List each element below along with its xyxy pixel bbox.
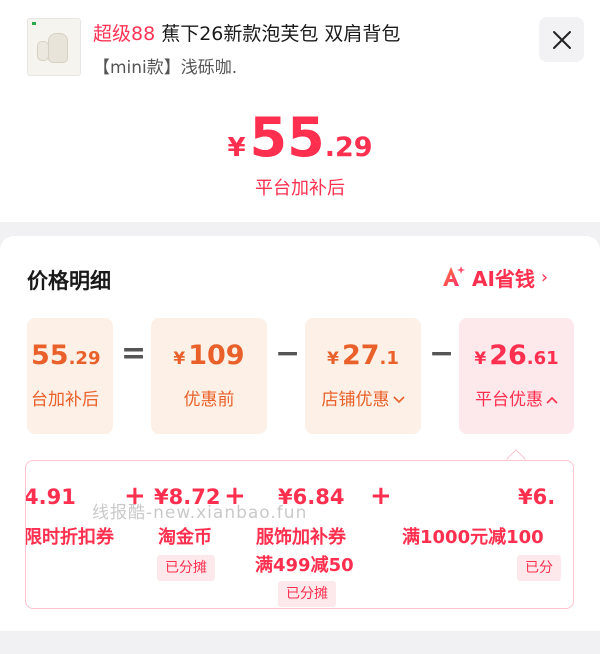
ai-sparkle-icon [443,266,465,286]
coupon-name: 淘金币 [158,527,212,548]
final-price: ¥55.29 [227,106,373,169]
price-detail-sheet: 超级88 蕉下26新款泡芙包 双肩背包 【mini款】浅砾咖. ¥55.29 平台… [0,0,600,654]
allocated-badge: 已分摊 [278,581,336,607]
price-breakdown-panel: 价格明细 AI省钱 › 55.29 台加补后 = ¥109 优惠前 − ¥27.1… [0,236,600,631]
original-price-box: ¥109 优惠前 [151,318,267,434]
product-name: 蕉下26新款泡芙包 双肩背包 [161,23,401,45]
coupon-name: 限时折扣券 [25,527,114,548]
ai-savings-link[interactable]: AI省钱 › [440,263,548,291]
coupon-value: 4.91 [25,485,76,509]
platform-discount-breakdown: 4.91 限时折扣券 + ¥8.72 淘金币 已分摊 + ¥6.84 服饰加补券… [25,460,574,609]
coupon-name: 服饰加补券 [256,527,346,548]
product-thumbnail [27,18,81,76]
final-price-caption: 平台加补后 [255,178,345,199]
minus-sign: − [275,336,301,371]
after-subsidy-box: 55.29 台加补后 [27,318,113,434]
coupon-condition: 满499减50 [255,555,354,576]
close-icon [552,30,571,49]
promo-tag: 超级88 [93,23,156,45]
chevron-down-icon [392,396,405,404]
plus-sign: + [370,481,392,511]
minus-sign: − [429,336,455,371]
allocated-badge: 已分摊 [157,555,215,581]
product-summary: 超级88 蕉下26新款泡芙包 双肩背包 【mini款】浅砾咖. ¥55.29 平台… [0,0,600,222]
coupon-value: ¥6. [518,485,556,509]
coupon-name: 满1000元减100 [402,527,544,548]
platform-discount-box[interactable]: ¥26.61 平台优惠 [459,318,574,434]
breakdown-title: 价格明细 [27,269,111,293]
allocated-badge: 已分 [517,555,561,581]
product-variant: 【mini款】浅砾咖. [93,58,238,78]
store-discount-box[interactable]: ¥27.1 店铺优惠 [305,318,421,434]
close-button[interactable] [539,17,584,62]
equals-sign: = [121,336,147,371]
product-title: 超级88 蕉下26新款泡芙包 双肩背包 [93,19,400,46]
bottom-spacer [0,631,600,654]
chevron-up-icon [546,396,558,404]
watermark: 线报酷-new.xianbao.fun [92,503,308,523]
